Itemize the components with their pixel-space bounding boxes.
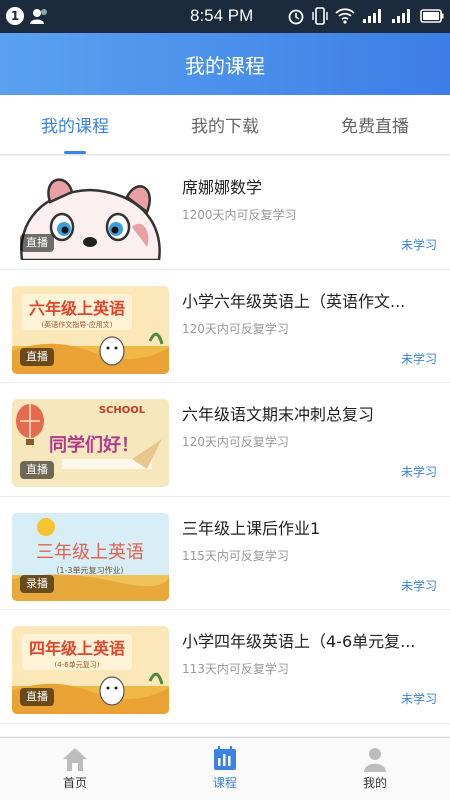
tab-free-live[interactable]: 免费直播 — [300, 95, 450, 154]
course-validity: 120天内可反复学习 — [182, 321, 289, 336]
course-type-tag: 直播 — [20, 347, 54, 366]
tab-my-downloads[interactable]: 我的下载 — [150, 95, 300, 154]
thumbnail-title: 同学们好！ — [49, 434, 139, 456]
course-status: 未学习 — [400, 465, 437, 479]
battery-icon — [420, 9, 444, 23]
course-title[interactable]: 六年级语文期末冲刺总复习 — [182, 401, 438, 425]
course-row[interactable]: 六年级上英语 (英语作文指导-应用文) 直播 小学六年级英语上（英语作文... … — [0, 270, 450, 383]
wifi-icon — [335, 8, 355, 24]
status-bar: 1 8:54 PM — [0, 0, 450, 33]
course-title[interactable]: 小学六年级英语上（英语作文... — [182, 288, 438, 312]
course-type-tag: 录播 — [20, 574, 54, 593]
tab-my-courses[interactable]: 我的课程 — [0, 95, 150, 154]
course-status: 未学习 — [400, 351, 437, 366]
course-type-tag: 直播 — [20, 688, 54, 706]
vibrate-icon — [312, 7, 328, 25]
thumbnail-title: 四年级上英语 — [29, 639, 125, 658]
user-icon — [364, 748, 386, 772]
nav-mine[interactable]: 我的 — [300, 738, 450, 800]
nav-home[interactable]: 首页 — [0, 738, 150, 800]
thumbnail-subtitle: (英语作文指导-应用文) — [42, 320, 113, 329]
course-chart-icon — [214, 746, 236, 770]
thumbnail-subtitle: （1-3单元复习作业） — [51, 565, 128, 575]
nav-course[interactable]: 课程 — [150, 738, 300, 800]
course-thumbnail: 四年级上英语 (4-6单元复习) 直播 — [12, 626, 169, 714]
alarm-icon — [288, 9, 304, 25]
thumbnail-title: 三年级上英语 — [36, 542, 144, 563]
course-status: 未学习 — [400, 238, 437, 252]
clock: 8:54 PM — [190, 6, 254, 25]
status-right — [287, 7, 444, 25]
course-validity: 113天内可反复学习 — [182, 662, 289, 676]
thumbnail-subtitle: (4-6单元复习) — [55, 660, 100, 669]
course-title[interactable]: 席娜娜数学 — [182, 174, 438, 198]
course-type-tag: 直播 — [20, 234, 54, 252]
page-title: 我的课程 — [0, 33, 450, 95]
nav-course-label: 课程 — [212, 776, 237, 790]
thumbnail-badge: SCHOOL — [99, 405, 146, 416]
course-type-tag: 直播 — [20, 461, 54, 479]
course-thumbnail: 直播 — [12, 172, 169, 260]
status-left: 1 — [6, 7, 48, 25]
course-list: 直播 席娜娜数学 1200天内可反复学习 未学习 六年级上英语 (英语作文指导-… — [0, 156, 450, 736]
course-validity: 115天内可反复学习 — [182, 548, 289, 563]
course-thumbnail: 六年级上英语 (英语作文指导-应用文) 直播 — [12, 285, 169, 374]
signal-icon — [363, 9, 381, 23]
course-thumbnail: SCHOOL 同学们好！ 直播 — [12, 399, 169, 487]
nav-home-label: 首页 — [62, 776, 87, 790]
tab-bar: 我的课程 我的下载 免费直播 — [0, 95, 450, 155]
person-icon — [30, 9, 47, 24]
nav-mine-label: 我的 — [362, 776, 387, 790]
thumbnail-title: 六年级上英语 — [29, 299, 125, 318]
course-row[interactable]: SCHOOL 同学们好！ 直播 六年级语文期末冲刺总复习 120天内可反复学习 … — [0, 383, 450, 497]
course-title[interactable]: 三年级上课后作业1 — [182, 515, 438, 539]
course-row[interactable]: 直播 席娜娜数学 1200天内可反复学习 未学习 — [0, 156, 450, 270]
home-icon — [63, 748, 87, 771]
signal-icon-2 — [392, 9, 410, 23]
course-row[interactable]: 四年级上英语 (4-6单元复习) 直播 小学四年级英语上（4-6单元复... 1… — [0, 610, 450, 724]
notification-badge: 1 — [6, 7, 24, 25]
course-status: 未学习 — [400, 692, 437, 706]
course-thumbnail: 三年级上英语 （1-3单元复习作业） 录播 — [12, 512, 169, 601]
bottom-navigation: 首页 课程 我的 — [0, 737, 450, 800]
course-title[interactable]: 小学四年级英语上（4-6单元复... — [182, 628, 438, 652]
course-row[interactable]: 三年级上英语 （1-3单元复习作业） 录播 三年级上课后作业1 115天内可反复… — [0, 497, 450, 610]
course-status: 未学习 — [400, 578, 437, 593]
course-validity: 1200天内可反复学习 — [182, 208, 297, 222]
course-validity: 120天内可反复学习 — [182, 435, 289, 449]
